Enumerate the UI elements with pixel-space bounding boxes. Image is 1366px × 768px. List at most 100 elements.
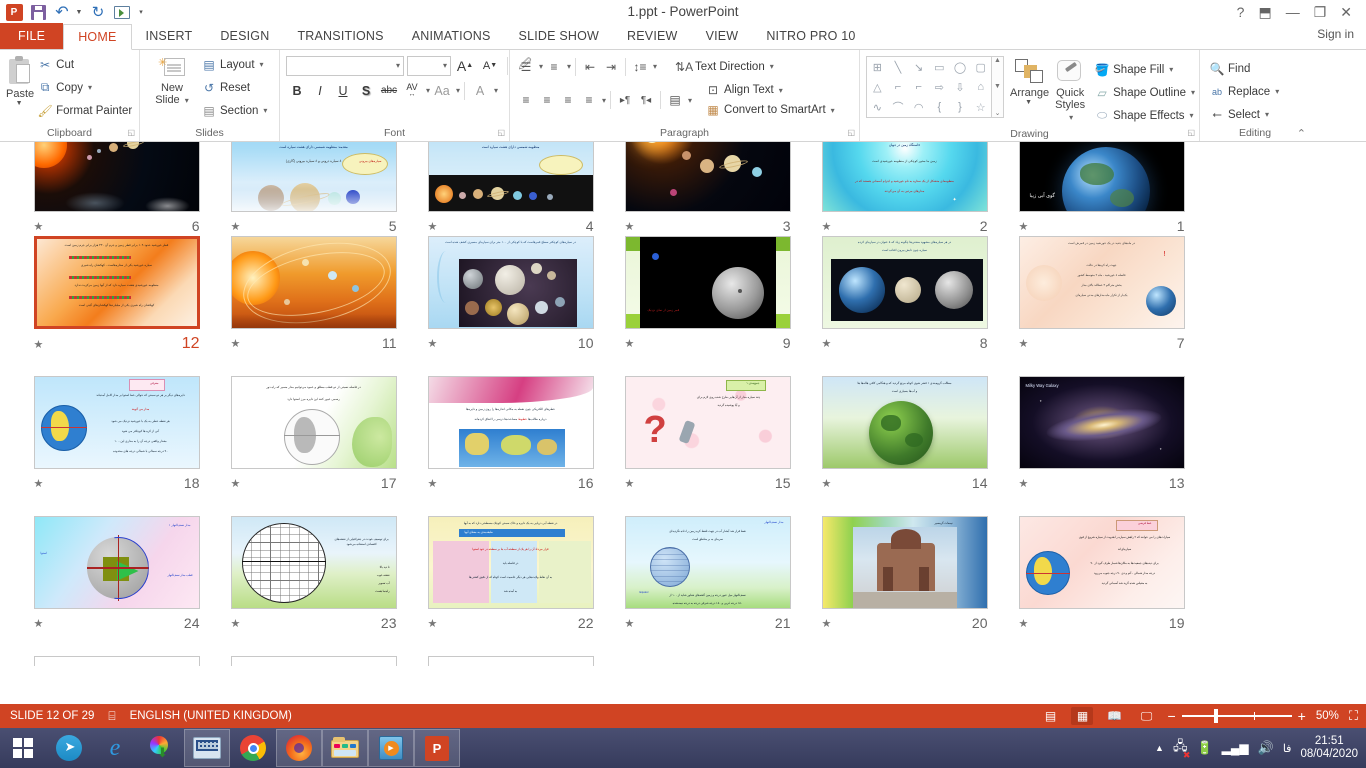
align-text-button[interactable]: ⊡ Align Text ▾ xyxy=(702,80,838,100)
section-button[interactable]: ▤ Section ▾ xyxy=(198,99,270,122)
decrease-font-size-button[interactable]: A▼ xyxy=(479,55,501,76)
shape-elbow-arrow-icon[interactable]: ⌐ xyxy=(908,77,929,97)
shapes-gallery[interactable]: ⊞ ╲ ↘ ▭ ◯ ▢ △ ⌐ ⌐ ⇨ ⇩ ⌂ ∿ ⌒ ◠ { } xyxy=(866,56,992,118)
redo-icon[interactable]: ↻ xyxy=(87,1,109,23)
cut-button[interactable]: ✂ Cut xyxy=(34,53,135,76)
decrease-indent-icon[interactable]: ⇤ xyxy=(580,57,600,77)
line-spacing-icon[interactable]: ↕≡ xyxy=(630,57,650,77)
taskbar-internet-download-manager-icon[interactable]: ⬇ xyxy=(138,729,184,767)
slide-thumbnail-24[interactable]: مدار نصف‌النهار ۱ استوا قطب مدار نصف‌الن… xyxy=(18,514,215,654)
shape-line-icon[interactable]: ╲ xyxy=(888,57,909,77)
tab-insert[interactable]: INSERT xyxy=(132,23,207,49)
font-name-combobox[interactable]: ▾ xyxy=(286,56,404,76)
columns-dropdown-icon[interactable]: ▾ xyxy=(688,96,692,105)
strikethrough-button[interactable]: abc xyxy=(378,80,400,101)
slide-thumbnail-3[interactable]: ★ 3 xyxy=(609,142,806,234)
layout-dropdown-icon[interactable]: ▾ xyxy=(260,60,264,69)
slide-thumbnail-30[interactable] xyxy=(18,654,215,666)
paste-button[interactable]: Paste ▼ xyxy=(6,53,34,107)
network-icon[interactable]: 🖧✖ xyxy=(1173,737,1188,759)
battery-icon[interactable]: 🔋 xyxy=(1196,740,1212,756)
slide-animation-star-icon[interactable]: ★ xyxy=(231,220,241,233)
slide-animation-star-icon[interactable]: ★ xyxy=(231,337,241,350)
collapse-ribbon-icon[interactable]: ⌃ xyxy=(1297,127,1306,140)
slide-animation-star-icon[interactable]: ★ xyxy=(428,617,438,630)
arrange-dropdown-icon[interactable]: ▼ xyxy=(1025,99,1032,106)
slide-thumbnail-13[interactable]: Milky Way Galaxy ✦ ✦ ★ 13 xyxy=(1003,374,1200,514)
shape-fill-button[interactable]: 🪣 Shape Fill ▾ xyxy=(1091,58,1198,81)
slide-thumbnail-22[interactable]: در نقطه آبی دریایی به یک دایره و خاک سمت… xyxy=(412,514,609,654)
align-left-icon[interactable]: ≡ xyxy=(516,90,536,110)
format-painter-button[interactable]: 🖌 Format Painter xyxy=(34,99,135,122)
windows-start-button[interactable] xyxy=(0,728,46,768)
taskbar-google-chrome-icon[interactable] xyxy=(230,729,276,767)
font-name-dropdown-icon[interactable]: ▾ xyxy=(396,61,400,70)
language-indicator[interactable]: ENGLISH (UNITED KINGDOM) xyxy=(130,710,292,722)
taskbar-firefox-icon[interactable] xyxy=(276,729,322,767)
slide-animation-star-icon[interactable]: ★ xyxy=(1019,477,1029,490)
slide-thumbnail-20[interactable]: نیمه‌ات گرمسیر ★ 20 xyxy=(806,514,1003,654)
save-icon[interactable] xyxy=(27,1,49,23)
copy-dropdown-icon[interactable]: ▾ xyxy=(88,83,92,92)
slide-thumbnail-18[interactable]: معرفی دایره‌های دیگر بر هر دو سمتی که حو… xyxy=(18,374,215,514)
shape-outline-button[interactable]: ▱ Shape Outline ▾ xyxy=(1091,81,1198,104)
drawing-dialog-launcher-icon[interactable]: ◱ xyxy=(1187,125,1195,140)
slide-animation-star-icon[interactable]: ★ xyxy=(1019,337,1029,350)
font-color-dropdown-icon[interactable]: ▾ xyxy=(494,86,498,95)
slide-thumbnail-14[interactable]: مطالب گروه‌بندی ۱ قشر شوی کوتاه مرتع گرد… xyxy=(806,374,1003,514)
underline-button[interactable]: U xyxy=(332,80,354,101)
new-slide-button[interactable]: ✳ New Slide ▾ xyxy=(146,53,198,107)
shape-outline-dropdown-icon[interactable]: ▾ xyxy=(1191,88,1195,97)
reading-view-button[interactable]: 📖 xyxy=(1103,707,1125,725)
tab-transitions[interactable]: TRANSITIONS xyxy=(283,23,397,49)
slide-thumbnail-28[interactable] xyxy=(412,654,609,666)
shape-pentagon-icon[interactable]: ⌂ xyxy=(970,77,991,97)
reset-button[interactable]: ↺ Reset xyxy=(198,76,270,99)
numbering-dropdown-icon[interactable]: ▾ xyxy=(567,62,571,71)
slide-thumbnail-19[interactable]: خط فرضی سیارات‌های را می خوانند که ۲ راه… xyxy=(1003,514,1200,654)
clock[interactable]: 21:51 08/04/2020 xyxy=(1300,735,1358,761)
shape-right-brace-icon[interactable]: } xyxy=(950,97,971,117)
sign-in-link[interactable]: Sign in xyxy=(1317,27,1354,41)
slide-animation-star-icon[interactable]: ★ xyxy=(822,477,832,490)
new-slide-dropdown-icon[interactable]: ▾ xyxy=(185,96,189,105)
select-dropdown-icon[interactable]: ▾ xyxy=(1265,110,1269,119)
font-size-combobox[interactable]: ▾ xyxy=(407,56,451,76)
zoom-track[interactable] xyxy=(1182,715,1292,717)
paste-dropdown-icon[interactable]: ▼ xyxy=(16,100,23,107)
justify-dropdown-icon[interactable]: ▾ xyxy=(602,96,606,105)
zoom-level-label[interactable]: 50% xyxy=(1316,710,1339,722)
shape-star-icon[interactable]: ☆ xyxy=(970,97,991,117)
shape-down-arrow-icon[interactable]: ⇩ xyxy=(950,77,971,97)
shape-oval-icon[interactable]: ◯ xyxy=(950,57,971,77)
align-right-icon[interactable]: ≡ xyxy=(558,90,578,110)
gallery-scroll-down-icon[interactable]: ▼ xyxy=(994,83,1001,90)
slide-thumbnail-7[interactable]: در ماه‌های جدید در یک خورشید زمین در قمر… xyxy=(1003,234,1200,374)
shape-arrow-icon[interactable]: ↘ xyxy=(908,57,929,77)
arrange-button[interactable]: Arrange ▼ xyxy=(1010,56,1049,106)
zoom-out-button[interactable]: − xyxy=(1167,708,1175,724)
slide-thumbnail-10[interactable]: در سیاره‌های کوچکتر سطح قمرهاست که با کو… xyxy=(412,234,609,374)
tab-home[interactable]: HOME xyxy=(63,24,131,50)
slide-thumbnail-9[interactable]: قمر زمین از نمای نزدیک ★ 9 xyxy=(609,234,806,374)
smartart-dropdown-icon[interactable]: ▾ xyxy=(831,106,835,115)
taskbar-media-player-icon[interactable]: ▶ xyxy=(368,729,414,767)
slide-sorter-view-button[interactable]: ▦ xyxy=(1071,707,1093,725)
text-shadow-button[interactable]: S xyxy=(355,80,377,101)
font-size-dropdown-icon[interactable]: ▾ xyxy=(443,61,447,70)
clipboard-dialog-launcher-icon[interactable]: ◱ xyxy=(127,125,135,140)
slideshow-view-button[interactable]: 🖵 xyxy=(1135,707,1157,725)
bold-button[interactable]: B xyxy=(286,80,308,101)
slide-thumbnail-23[interactable]: برای توصیف خودت در جغرافیایی از نقشه‌های… xyxy=(215,514,412,654)
slide-sorter-pane[interactable]: ★ 6 مقدمه: منظومه شمسی دارای هشت سیاره ا… xyxy=(0,142,1366,704)
rtl-direction-icon[interactable]: ¶◂ xyxy=(636,90,656,110)
slide-animation-star-icon[interactable]: ★ xyxy=(428,477,438,490)
shape-rectangle-icon[interactable]: ▭ xyxy=(929,57,950,77)
zoom-in-button[interactable]: + xyxy=(1298,708,1306,724)
convert-to-smartart-button[interactable]: ▦ Convert to SmartArt ▾ xyxy=(702,100,838,120)
shape-left-brace-icon[interactable]: { xyxy=(929,97,950,117)
slide-thumbnail-21[interactable]: مدار نصف‌النهار نقط قرار شد آبشار آب در … xyxy=(609,514,806,654)
normal-view-button[interactable]: ▤ xyxy=(1039,707,1061,725)
line-spacing-dropdown-icon[interactable]: ▾ xyxy=(653,62,657,71)
gallery-scroll-up-icon[interactable]: ▲ xyxy=(994,57,1001,64)
